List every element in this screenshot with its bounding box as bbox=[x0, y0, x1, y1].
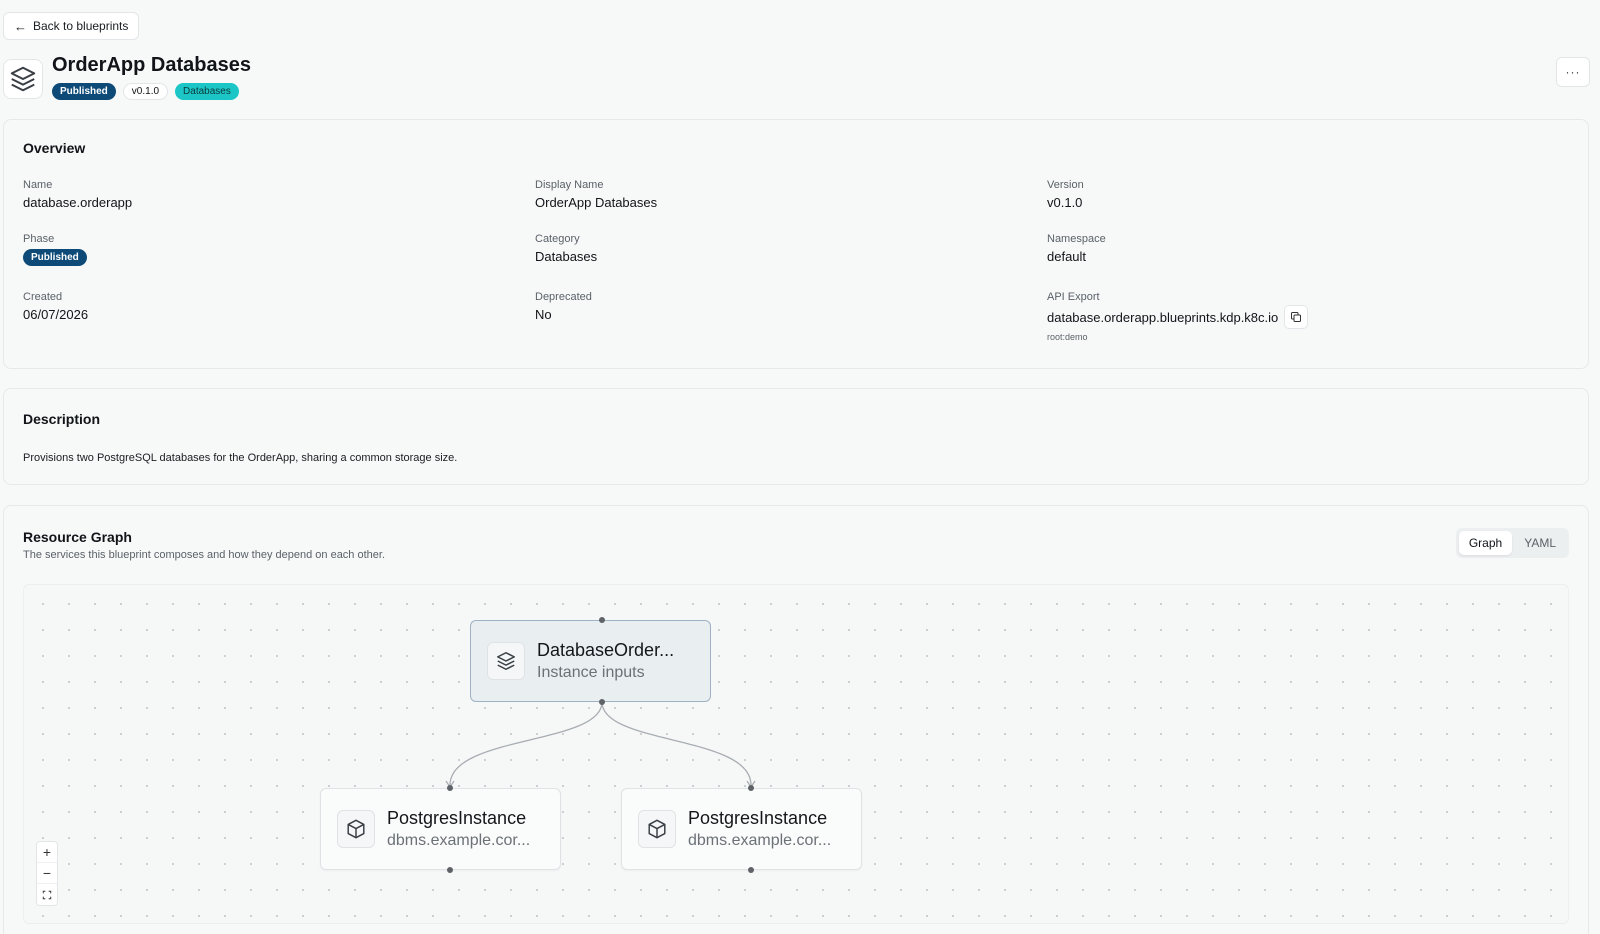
header-badges: Published v0.1.0 Databases bbox=[52, 83, 239, 100]
graph-edges bbox=[445, 701, 756, 789]
field-label: Name bbox=[23, 179, 53, 191]
phase-badge: Published bbox=[52, 83, 116, 100]
node-handle-bottom[interactable] bbox=[599, 699, 605, 705]
node-handle-top[interactable] bbox=[599, 617, 605, 623]
edge-root-to-postgres-1 bbox=[449, 701, 603, 786]
field-created: Created 06/07/2026 bbox=[23, 291, 88, 322]
field-value: default bbox=[1047, 249, 1087, 264]
phase-status-badge: Published bbox=[23, 249, 87, 266]
node-title: PostgresInstance bbox=[688, 808, 828, 828]
description-card: Description Provisions two PostgreSQL da… bbox=[3, 388, 1589, 485]
api-export-value: database.orderapp.blueprints.kdp.k8c.io bbox=[1047, 309, 1279, 325]
back-label: Back to blueprints bbox=[33, 19, 129, 33]
node-subtitle: Instance inputs bbox=[537, 664, 645, 681]
node-handle-top[interactable] bbox=[447, 785, 453, 791]
resource-graph-card: Resource Graph The services this bluepri… bbox=[3, 505, 1589, 934]
resource-graph-title: Resource Graph bbox=[23, 529, 132, 545]
field-api-export: API Export database.orderapp.blueprints.… bbox=[1047, 291, 1309, 342]
graph-node-root[interactable]: DatabaseOrder... Instance inputs bbox=[470, 620, 711, 702]
field-label: Namespace bbox=[1047, 233, 1106, 245]
fit-view-button[interactable] bbox=[37, 884, 57, 905]
node-title: PostgresInstance bbox=[387, 808, 527, 828]
fit-view-icon bbox=[42, 890, 52, 899]
field-label: Version bbox=[1047, 179, 1084, 191]
field-label: Deprecated bbox=[535, 291, 592, 303]
arrow-left-icon: ← bbox=[14, 18, 27, 34]
field-value: OrderApp Databases bbox=[535, 195, 658, 210]
category-badge: Databases bbox=[175, 83, 239, 100]
description-title: Description bbox=[23, 411, 101, 427]
description-text: Provisions two PostgreSQL databases for … bbox=[23, 452, 458, 464]
overview-title: Overview bbox=[23, 140, 86, 156]
field-value: Databases bbox=[535, 249, 598, 264]
field-display-name: Display Name OrderApp Databases bbox=[535, 179, 657, 210]
field-label: Display Name bbox=[535, 179, 604, 191]
cube-icon bbox=[638, 810, 676, 848]
field-value: No bbox=[535, 307, 552, 322]
cube-icon bbox=[337, 810, 375, 848]
copy-icon bbox=[1291, 312, 1302, 322]
page-title: OrderApp Databases bbox=[52, 54, 251, 76]
node-handle-bottom[interactable] bbox=[748, 867, 754, 873]
field-label: API Export bbox=[1047, 291, 1100, 303]
version-badge: v0.1.0 bbox=[122, 83, 169, 100]
field-namespace: Namespace default bbox=[1047, 233, 1106, 264]
field-name: Name database.orderapp bbox=[23, 179, 132, 210]
back-to-blueprints-button[interactable]: ← Back to blueprints bbox=[3, 12, 140, 40]
node-handle-bottom[interactable] bbox=[447, 867, 453, 873]
field-version: Version v0.1.0 bbox=[1047, 179, 1084, 210]
zoom-controls: + − bbox=[36, 841, 58, 906]
graph-canvas[interactable]: DatabaseOrder... Instance inputs Postgre… bbox=[23, 584, 1569, 924]
graph-node-postgres-1[interactable]: PostgresInstance dbms.example.cor... bbox=[320, 788, 561, 870]
blueprint-layers-icon bbox=[3, 59, 43, 99]
field-label: Phase bbox=[23, 233, 55, 245]
field-label: Created bbox=[23, 291, 63, 303]
edge-root-to-postgres-2 bbox=[601, 701, 752, 786]
field-deprecated: Deprecated No bbox=[535, 291, 592, 322]
api-export-note: root:demo bbox=[1047, 332, 1088, 342]
node-handle-top[interactable] bbox=[748, 785, 754, 791]
zoom-in-button[interactable]: + bbox=[37, 842, 57, 863]
graph-node-postgres-2[interactable]: PostgresInstance dbms.example.cor... bbox=[621, 788, 862, 870]
copy-button[interactable] bbox=[1284, 305, 1309, 329]
layers-icon bbox=[487, 642, 525, 680]
field-category: Category Databases bbox=[535, 233, 597, 264]
field-label: Category bbox=[535, 233, 580, 245]
view-toggle: Graph YAML bbox=[1455, 528, 1569, 558]
field-value: v0.1.0 bbox=[1047, 195, 1083, 210]
zoom-out-button[interactable]: − bbox=[37, 863, 57, 884]
node-subtitle: dbms.example.cor... bbox=[387, 832, 531, 849]
tab-graph[interactable]: Graph bbox=[1458, 531, 1513, 555]
node-title: DatabaseOrder... bbox=[537, 640, 675, 660]
tab-yaml[interactable]: YAML bbox=[1514, 531, 1566, 555]
more-horizontal-icon: ··· bbox=[1565, 65, 1581, 79]
more-options-button[interactable]: ··· bbox=[1556, 57, 1590, 87]
overview-card: Overview Name database.orderapp Display … bbox=[3, 119, 1589, 369]
field-value: 06/07/2026 bbox=[23, 307, 89, 322]
resource-graph-subtitle: The services this blueprint composes and… bbox=[23, 549, 386, 561]
node-subtitle: dbms.example.cor... bbox=[688, 832, 832, 849]
field-phase: Phase Published bbox=[23, 233, 87, 266]
field-value: database.orderapp bbox=[23, 195, 133, 210]
